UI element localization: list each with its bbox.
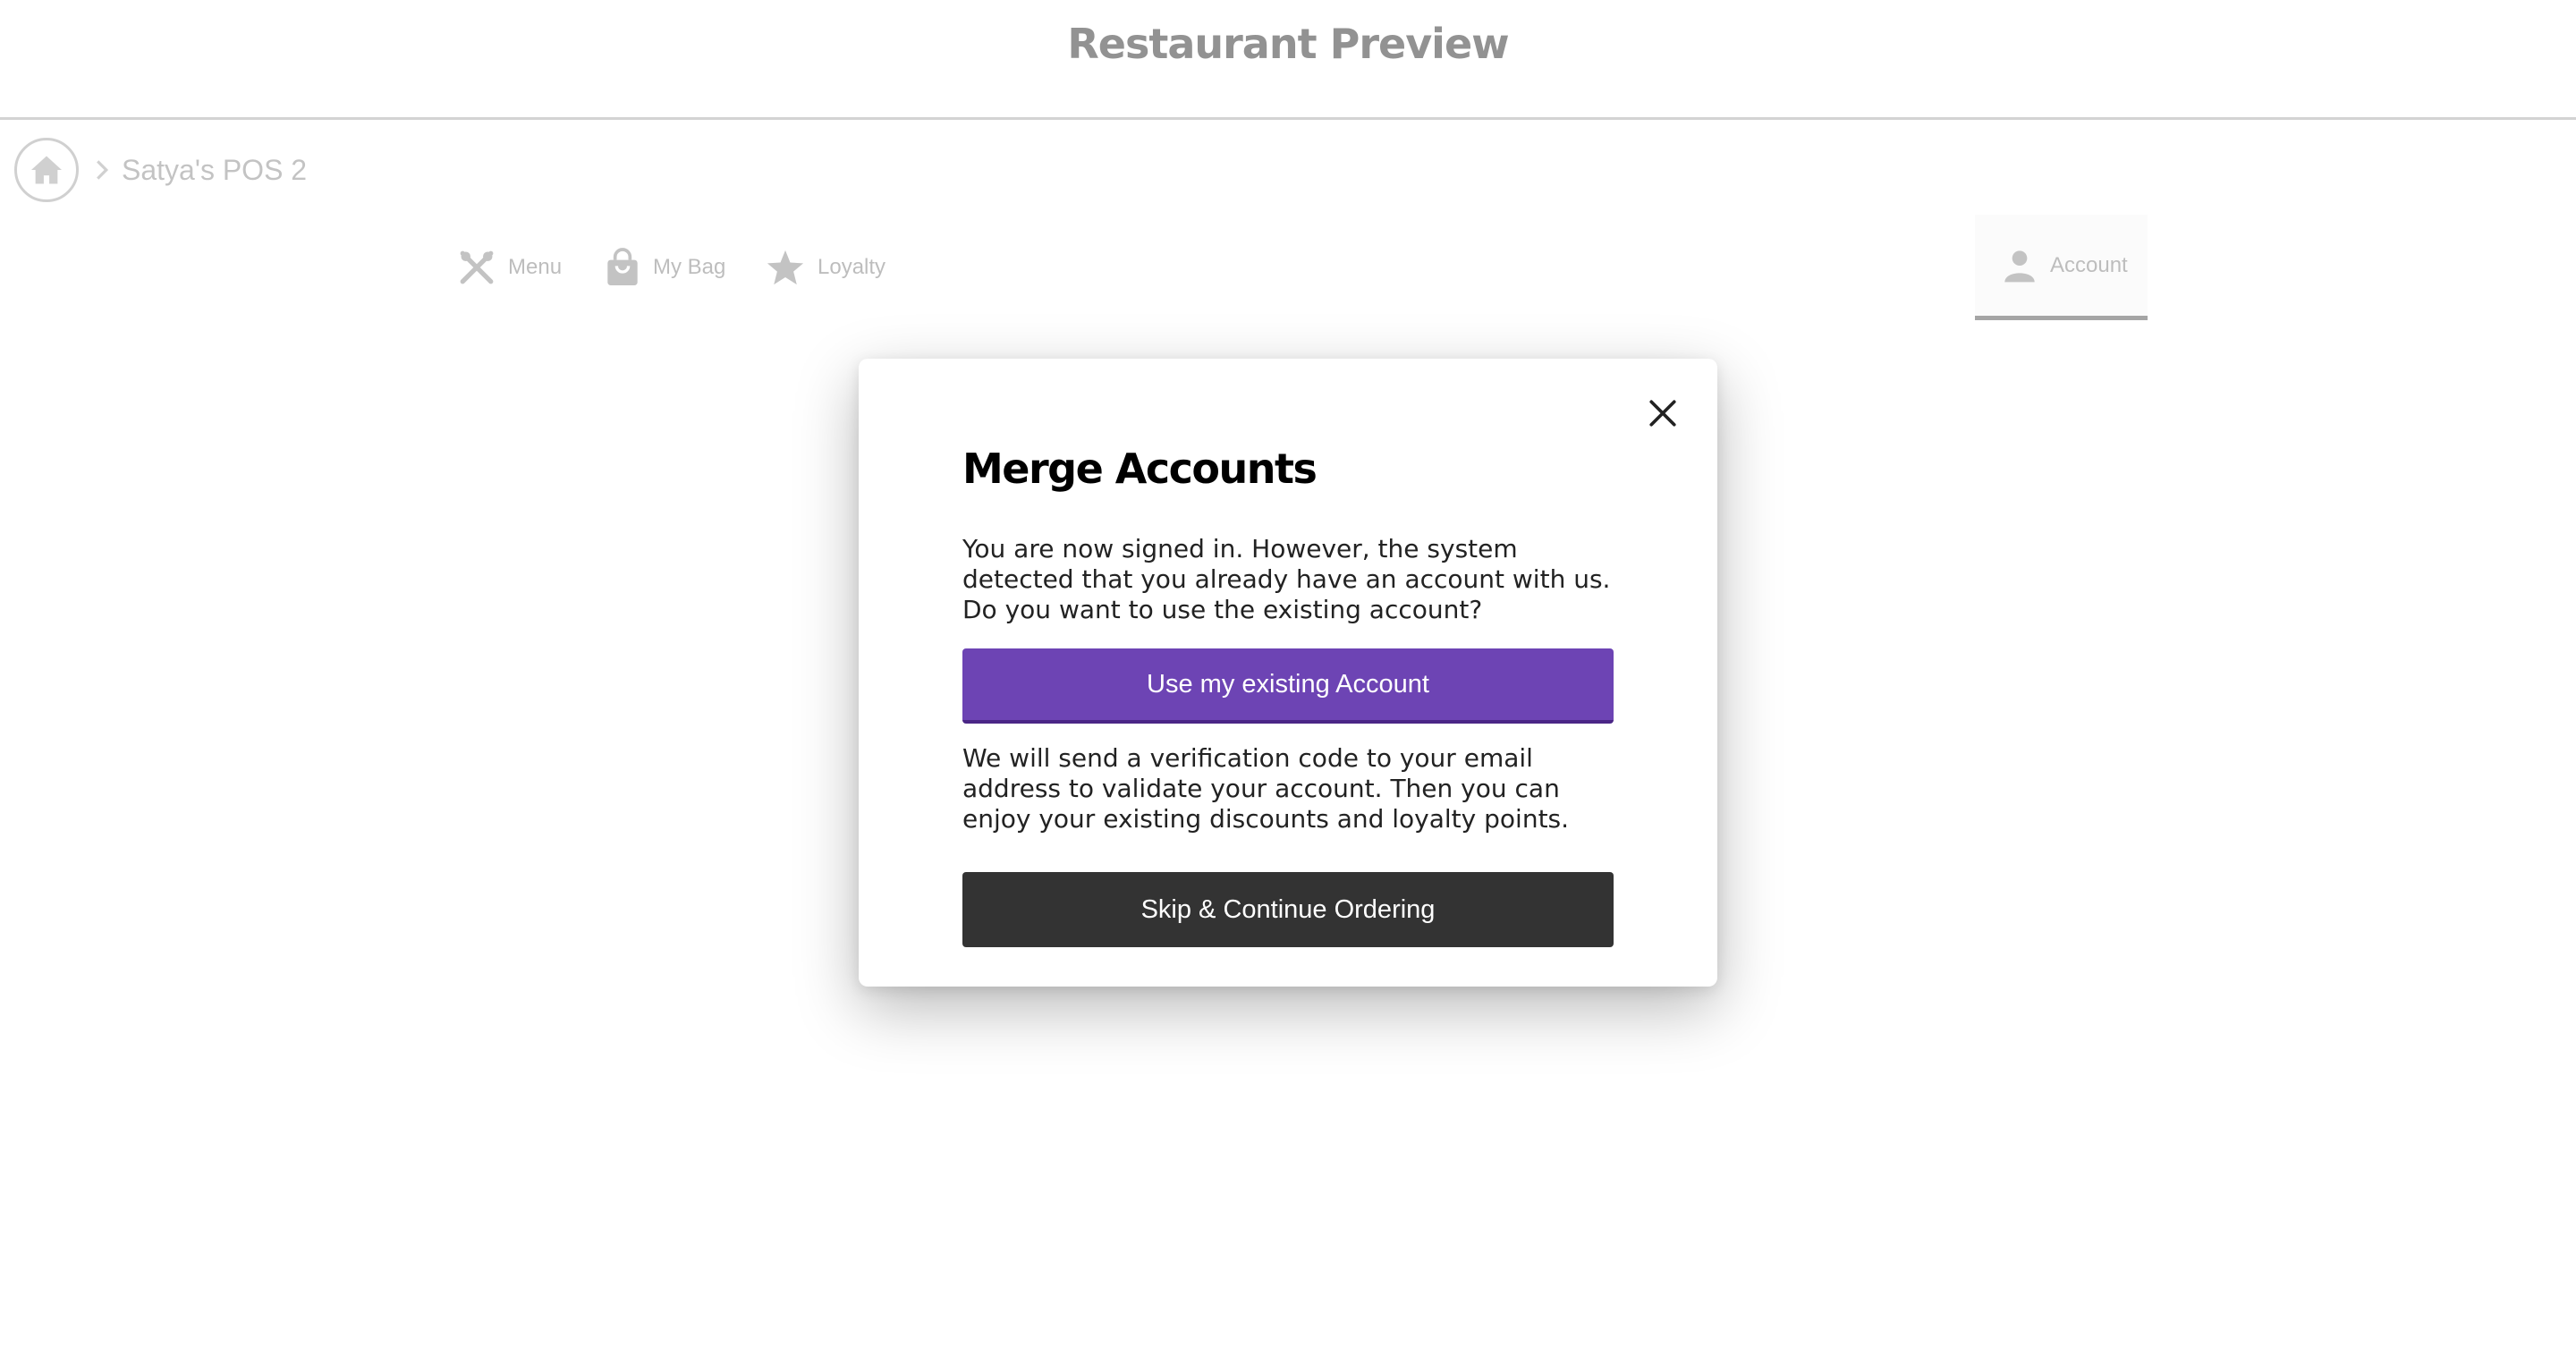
dialog-secondary-message: We will send a verification code to your…: [962, 743, 1570, 834]
use-existing-account-button[interactable]: Use my existing Account: [962, 648, 1614, 724]
dialog-title: Merge Accounts: [962, 445, 1318, 493]
skip-continue-ordering-button[interactable]: Skip & Continue Ordering: [962, 872, 1614, 947]
merge-accounts-dialog: Merge Accounts You are now signed in. Ho…: [859, 359, 1717, 987]
close-icon: [1649, 400, 1676, 427]
close-button[interactable]: [1640, 391, 1685, 436]
dialog-message: You are now signed in. However, the syst…: [962, 534, 1611, 624]
modal-overlay: Merge Accounts You are now signed in. Ho…: [0, 0, 2576, 1347]
